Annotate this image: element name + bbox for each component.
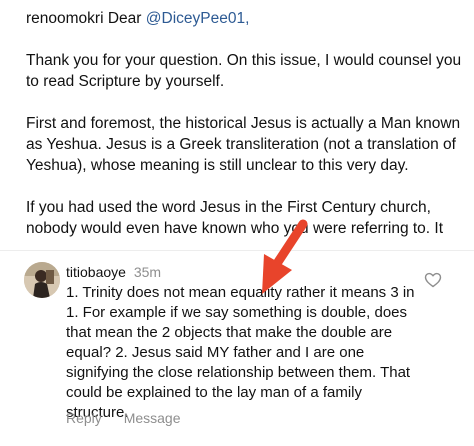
post-paragraph-2: First and foremost, the historical Jesus…	[26, 115, 461, 174]
comment-text: 1. Trinity does not mean equality rather…	[66, 284, 415, 421]
avatar[interactable]	[24, 262, 60, 298]
heart-outline-icon[interactable]	[424, 272, 442, 288]
reply-button[interactable]: Reply	[66, 410, 102, 426]
post-author[interactable]: renoomokri	[26, 10, 104, 27]
post-paragraph-1: Thank you for your question. On this iss…	[26, 52, 462, 90]
comment-timestamp: 35m	[133, 264, 162, 280]
post-caption: renoomokri Dear @DiceyPee01, Thank you f…	[26, 8, 466, 239]
message-button[interactable]: Message	[124, 410, 181, 426]
mention-link[interactable]: @DiceyPee01,	[146, 10, 250, 27]
post-greeting: Dear	[107, 10, 142, 27]
divider	[0, 250, 474, 251]
post-paragraph-truncated: If you had used the word Jesus in the Fi…	[26, 197, 466, 239]
post-first-line: renoomokri Dear @DiceyPee01,	[26, 8, 466, 29]
post-truncated-line-2: nobody would even have known who you wer…	[26, 220, 444, 237]
post-truncated-line-1: If you had used the word Jesus in the Fi…	[26, 199, 431, 216]
comment-meta: titiobaoye 35m	[66, 262, 422, 282]
comment-username[interactable]: titiobaoye	[66, 264, 126, 280]
comment-actions: Reply Message	[66, 410, 199, 426]
comment: titiobaoye 35m 1. Trinity does not mean …	[66, 262, 422, 423]
avatar-photo-icon	[24, 262, 60, 298]
